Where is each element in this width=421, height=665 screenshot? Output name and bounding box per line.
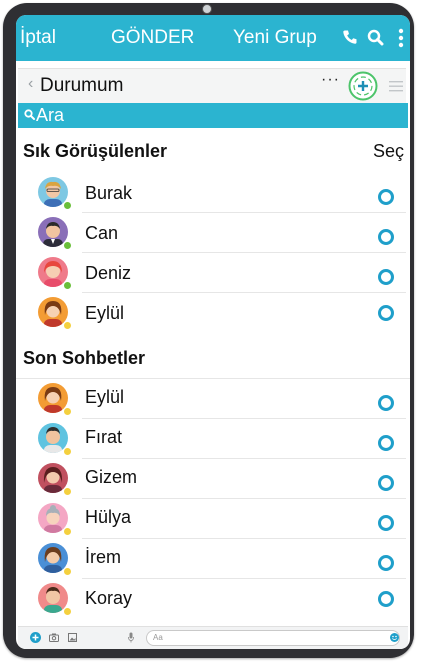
camera [202,4,212,14]
online-indicator [63,241,72,250]
search-bar[interactable]: Ara [18,103,408,128]
select-radio[interactable] [378,269,394,285]
select-radio[interactable] [378,555,394,571]
menu-icon[interactable] [389,81,403,92]
contact-name: Koray [85,588,133,608]
recent-section-header: Son Sohbetler [16,338,410,376]
image-icon[interactable] [68,633,77,642]
screen: İptal GÖNDER Yeni Grup ‹ Durumum ··· Ara… [16,15,410,649]
contact-row[interactable]: Gizem [16,459,410,499]
plus-circle-icon[interactable] [30,632,41,643]
away-indicator [63,567,72,576]
select-button[interactable]: Seç [373,141,404,162]
cancel-button[interactable]: İptal [20,26,56,50]
send-button[interactable]: GÖNDER [111,26,194,50]
contact-name: Eylül [85,387,125,407]
top-bar: İptal GÖNDER Yeni Grup [16,15,410,61]
contact-name: Gizem [85,467,138,487]
contact-row[interactable]: İrem [16,539,410,579]
section-title: Son Sohbetler [23,348,146,368]
search-icon [24,109,35,120]
contact-row[interactable]: Burak [16,173,410,213]
phone-icon[interactable] [342,29,358,45]
select-radio[interactable] [378,189,394,205]
message-placeholder: Aa [153,633,163,642]
select-radio[interactable] [378,395,394,411]
new-group-button[interactable]: Yeni Grup [233,26,317,50]
contact-row[interactable]: Deniz [16,253,410,293]
contact-row[interactable]: Can [16,213,410,253]
online-indicator [63,201,72,210]
status-bar: ‹ Durumum ··· [18,68,406,103]
more-vertical-icon[interactable] [398,28,404,48]
away-indicator [63,447,72,456]
contact-name: Can [85,223,119,243]
online-indicator [63,281,72,290]
contact-name: Hülya [85,507,132,527]
contact-row[interactable]: Eylül [16,379,410,419]
away-indicator [63,527,72,536]
tablet-frame: İptal GÖNDER Yeni Grup ‹ Durumum ··· Ara… [3,3,414,658]
microphone-icon[interactable] [128,632,134,643]
contact-name: Eylül [85,303,125,323]
contact-name: Deniz [85,263,132,283]
select-radio[interactable] [378,591,394,607]
select-radio[interactable] [378,435,394,451]
chevron-left-icon[interactable]: ‹ [28,75,33,93]
section-title: Sık Görüşülenler [23,141,168,161]
status-title: Durumum [40,75,124,96]
away-indicator [63,321,72,330]
contact-row[interactable]: Hülya [16,499,410,539]
contact-row[interactable]: Fırat [16,419,410,459]
emoji-icon[interactable] [390,633,399,642]
away-indicator [63,607,72,616]
search-input[interactable]: Ara [36,105,64,126]
contact-name: Fırat [85,427,123,447]
contact-name: Burak [85,183,133,203]
more-icon[interactable]: ··· [321,71,340,89]
search-icon[interactable] [367,29,384,46]
contact-row[interactable]: Eylül [16,293,410,333]
message-input[interactable]: Aa [146,630,400,646]
camera-icon[interactable] [49,633,59,642]
select-radio[interactable] [378,515,394,531]
select-radio[interactable] [378,229,394,245]
contact-row[interactable]: Koray [16,579,410,619]
composer-bar: Aa [18,626,408,649]
select-radio[interactable] [378,305,394,321]
contact-name: İrem [85,547,121,567]
away-indicator [63,407,72,416]
add-status-icon[interactable] [347,70,379,102]
frequent-section-header: Sık Görüşülenler Seç [16,133,410,171]
away-indicator [63,487,72,496]
select-radio[interactable] [378,475,394,491]
